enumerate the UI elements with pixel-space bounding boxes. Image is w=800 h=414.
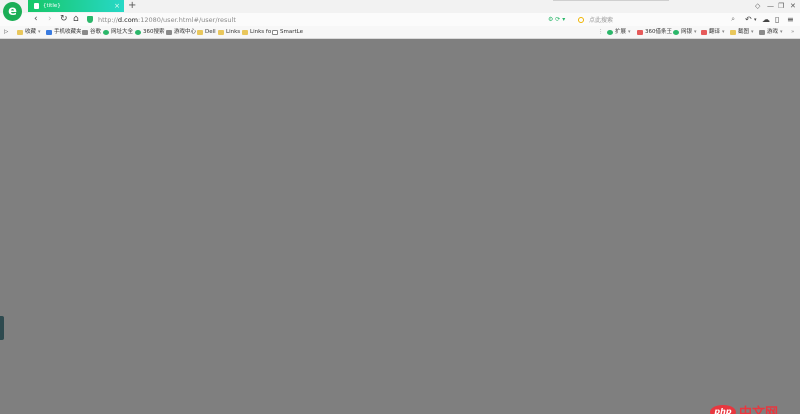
bookmarks-separator-icon: ⋮	[598, 29, 604, 35]
folder-icon	[242, 30, 248, 35]
home-button[interactable]: ⌂	[73, 14, 79, 25]
folder-icon	[218, 30, 224, 35]
translate-icon	[701, 30, 707, 35]
google-icon	[82, 30, 88, 35]
new-tab-button[interactable]: +	[128, 1, 136, 11]
game-icon	[759, 30, 765, 35]
bookmarks-overflow-icon[interactable]: »	[791, 29, 794, 36]
bookmark-translate[interactable]: 翻译 ▾	[701, 29, 725, 36]
address-text[interactable]: http://d.com:12080/user.html#/user/resul…	[98, 16, 236, 24]
back-button[interactable]: ‹	[34, 14, 38, 25]
scissors-icon	[730, 30, 736, 35]
bookmark-online-banking[interactable]: 网银 ▾	[673, 29, 697, 36]
bookmark-favorites[interactable]: 收藏 ▾	[17, 29, 41, 36]
bookmark-smartle[interactable]: SmartLe	[272, 29, 303, 36]
chevron-down-icon: ▾	[722, 29, 725, 35]
chevron-down-icon: ▾	[628, 29, 631, 35]
address-bar[interactable]: http://d.com:12080/user.html#/user/resul…	[87, 14, 577, 25]
sidebar-toggle-icon[interactable]: ▷	[4, 29, 8, 36]
bookmark-game-center[interactable]: 游戏中心	[166, 29, 196, 36]
bookmarks-bar: ▷ 收藏 ▾ 手机收藏夹 谷歌 网址大全 360搜索 游戏中心 Dell Link…	[0, 26, 800, 39]
watermark-logo: php	[710, 404, 736, 414]
restore-button[interactable]: ❐	[778, 1, 784, 11]
tab-strip: {title} × + ◇ — ❐ ✕	[0, 0, 800, 13]
search-placeholder[interactable]: 点此搜索	[589, 15, 613, 24]
chevron-down-icon: ▾	[751, 29, 754, 35]
bookmark-screenshot[interactable]: 截图 ▾	[730, 29, 754, 36]
bookmark-icon[interactable]: ▯	[775, 15, 779, 24]
cloud-sync-icon[interactable]: ☁	[762, 15, 770, 24]
extensions-icon	[607, 30, 613, 35]
tab-title: {title}	[43, 3, 61, 9]
search-engine-icon[interactable]	[578, 16, 584, 23]
side-panel-handle[interactable]	[0, 316, 4, 340]
undo-close-icon[interactable]: ↶	[745, 15, 752, 24]
main-menu-icon[interactable]: ≡	[787, 15, 794, 24]
browser-logo-icon[interactable]: e	[3, 2, 22, 21]
minimize-button[interactable]: —	[767, 1, 774, 11]
chevron-down-icon: ▾	[694, 29, 697, 35]
bookmark-games[interactable]: 游戏 ▾	[759, 29, 783, 36]
bookmark-google[interactable]: 谷歌	[82, 29, 101, 36]
folder-icon	[197, 30, 203, 35]
site-directory-icon	[103, 30, 109, 35]
chevron-down-icon: ▾	[780, 29, 783, 35]
page-content	[0, 39, 800, 414]
security-shield-icon	[87, 16, 93, 23]
reload-button[interactable]: ↻	[60, 14, 68, 25]
search-360-icon	[135, 30, 141, 35]
bookmark-360-loan[interactable]: 360借条王	[637, 29, 672, 36]
browser-menu-icon[interactable]: ◇	[755, 1, 760, 11]
phone-icon	[46, 30, 52, 35]
watermark-text: 中文网	[739, 406, 779, 414]
tab-strip-divider	[553, 0, 669, 1]
tab-active[interactable]: {title} ×	[28, 0, 124, 12]
bank-icon	[673, 30, 679, 35]
bookmark-links[interactable]: Links	[218, 29, 240, 36]
search-icon[interactable]: ⌕	[731, 15, 735, 24]
forward-button[interactable]: ›	[48, 14, 52, 25]
navigation-bar: ‹ › ↻ ⌂ http://d.com:12080/user.html#/us…	[0, 13, 800, 26]
bookmark-site-directory[interactable]: 网址大全	[103, 29, 133, 36]
bookmark-360-search[interactable]: 360搜索	[135, 29, 165, 36]
bookmark-mobile-favorites[interactable]: 手机收藏夹	[46, 29, 82, 36]
undo-dropdown-icon[interactable]: ▾	[754, 16, 757, 25]
close-window-button[interactable]: ✕	[790, 1, 796, 11]
chevron-down-icon: ▾	[38, 29, 41, 35]
search-box[interactable]: 点此搜索 ⌕	[578, 14, 741, 25]
tab-favicon-icon	[34, 3, 39, 9]
loan-icon	[637, 30, 643, 35]
folder-icon	[17, 30, 23, 35]
bookmark-extensions[interactable]: 扩展 ▾	[607, 29, 631, 36]
bookmark-dell[interactable]: Dell	[197, 29, 216, 36]
address-bar-extension-icons[interactable]: ⚙ ⟳ ▾	[548, 16, 565, 23]
watermark: php 中文网	[710, 402, 778, 414]
bookmark-links-fo[interactable]: Links fo	[242, 29, 271, 36]
page-icon	[272, 30, 278, 35]
gamepad-icon	[166, 30, 172, 35]
tab-close-icon[interactable]: ×	[114, 2, 120, 10]
